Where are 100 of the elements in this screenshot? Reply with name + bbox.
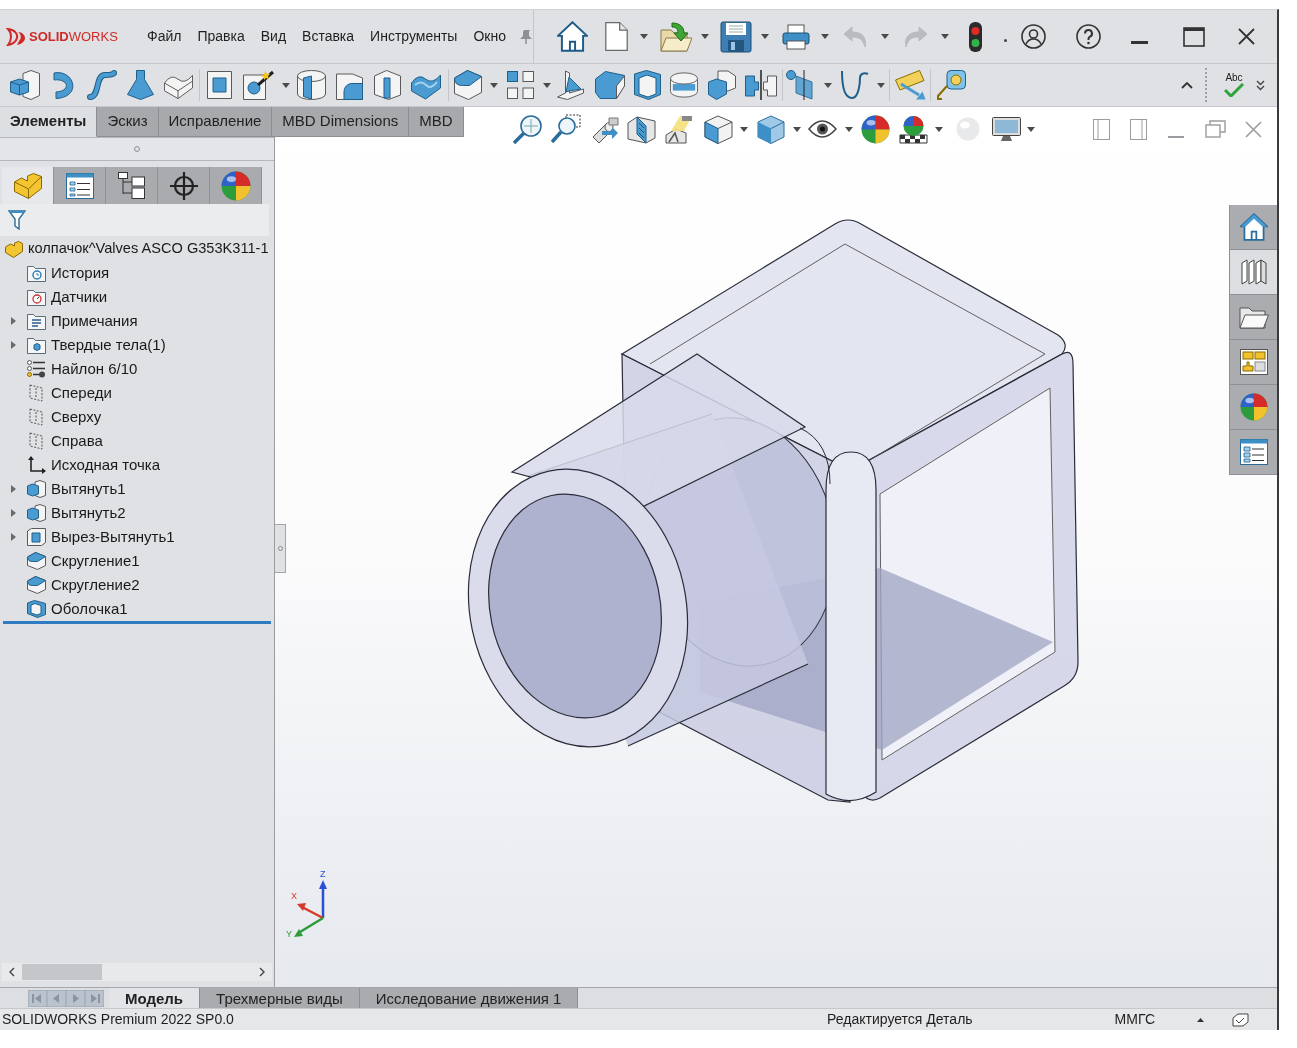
extruded-block-icon[interactable] bbox=[10, 70, 40, 100]
expand-arrow-icon[interactable] bbox=[11, 341, 16, 349]
tree-item-label[interactable]: Вырез-Вытянуть1 bbox=[51, 525, 175, 549]
menu-item[interactable]: Файл bbox=[147, 26, 182, 47]
menu-item[interactable]: Вид bbox=[260, 26, 287, 47]
tree-item-label[interactable]: Примечания bbox=[51, 309, 138, 333]
panel-tab[interactable] bbox=[158, 167, 210, 204]
tree-item-label[interactable]: Сверху bbox=[51, 405, 102, 429]
scrollbar-thumb[interactable] bbox=[22, 964, 102, 980]
tree-item-label[interactable]: Вытянуть2 bbox=[51, 501, 126, 525]
plane-icon[interactable] bbox=[29, 408, 44, 426]
plane-icon[interactable] bbox=[29, 384, 44, 402]
tapered-block-icon[interactable] bbox=[595, 71, 625, 99]
hole-wand-icon[interactable] bbox=[243, 70, 275, 100]
check-icon[interactable] bbox=[1224, 83, 1244, 97]
menu-item[interactable]: Инструменты bbox=[370, 26, 458, 47]
square-frame-icon[interactable] bbox=[207, 71, 232, 99]
tag-icon[interactable] bbox=[1232, 1012, 1249, 1027]
folder-icon[interactable] bbox=[1238, 305, 1269, 329]
caret-down-icon[interactable] bbox=[793, 126, 801, 132]
filter-icon[interactable] bbox=[8, 210, 26, 230]
expand-arrow-icon[interactable] bbox=[11, 509, 16, 517]
s-pipe-icon[interactable] bbox=[87, 70, 117, 100]
menu-item[interactable]: Правка bbox=[197, 26, 245, 47]
curve-icon[interactable] bbox=[840, 70, 869, 100]
sheet-tab[interactable]: Модель bbox=[109, 988, 201, 1008]
scrollbar-track[interactable] bbox=[2, 963, 272, 981]
slotted-block-icon[interactable] bbox=[374, 70, 401, 100]
ruler-arrow-icon[interactable] bbox=[895, 70, 926, 100]
crosshair-icon[interactable] bbox=[169, 171, 198, 200]
caret-down-icon[interactable] bbox=[761, 34, 769, 39]
curved-cut-block-icon[interactable] bbox=[336, 70, 363, 100]
tree-item-label[interactable]: Датчики bbox=[51, 285, 108, 309]
plane-icon[interactable] bbox=[29, 432, 44, 450]
home-icon[interactable] bbox=[557, 21, 588, 52]
spotlight-block-icon[interactable] bbox=[665, 114, 695, 144]
home-icon[interactable] bbox=[1239, 213, 1268, 241]
expand-arrow-icon[interactable] bbox=[11, 533, 16, 541]
overlapping-cubes-icon[interactable] bbox=[708, 70, 736, 100]
caret-down-icon[interactable] bbox=[881, 34, 889, 39]
cube-folder-icon[interactable] bbox=[27, 336, 46, 354]
caret-down-icon[interactable] bbox=[490, 82, 498, 88]
tree-item-label[interactable]: Твердые тела(1) bbox=[51, 333, 166, 357]
user-icon[interactable] bbox=[1021, 24, 1046, 49]
l-block-icon[interactable] bbox=[13, 172, 42, 199]
shaded-cube-icon[interactable] bbox=[757, 114, 785, 144]
extrude-icon[interactable] bbox=[27, 480, 46, 498]
cube-icon[interactable] bbox=[704, 114, 733, 144]
history-folder-icon[interactable] bbox=[27, 264, 46, 282]
segmented-sphere-icon[interactable] bbox=[220, 170, 251, 201]
close-icon[interactable] bbox=[1238, 28, 1255, 45]
chevron-right-icon[interactable] bbox=[259, 967, 265, 977]
filter-field[interactable] bbox=[0, 204, 269, 236]
tile-right-icon[interactable] bbox=[1130, 118, 1147, 140]
shell-icon[interactable] bbox=[27, 600, 46, 618]
sheet-tab[interactable]: Трехмерные виды bbox=[200, 988, 360, 1008]
property-list-icon[interactable] bbox=[65, 172, 94, 199]
tree-item-label[interactable]: Оболочка1 bbox=[51, 597, 128, 621]
mirror-blocks-icon[interactable] bbox=[745, 70, 777, 100]
drum-icon[interactable] bbox=[670, 71, 698, 99]
command-tab[interactable]: MBD bbox=[409, 107, 464, 137]
zoom-fit-icon[interactable] bbox=[513, 114, 543, 144]
skip-start-icon[interactable] bbox=[28, 989, 47, 1007]
block-grid-icon[interactable] bbox=[507, 71, 534, 99]
caret-down-icon[interactable] bbox=[640, 34, 648, 39]
chevron-up-icon[interactable] bbox=[1181, 81, 1193, 89]
tree-item-label[interactable]: История bbox=[51, 261, 110, 285]
cut-cylinder-icon[interactable] bbox=[297, 70, 326, 100]
gauge-folder-icon[interactable] bbox=[27, 288, 46, 306]
caret-down-icon[interactable] bbox=[877, 82, 885, 88]
folder-arrow-icon[interactable] bbox=[660, 21, 692, 52]
command-tab[interactable]: Эскиз bbox=[97, 107, 159, 137]
caret-down-icon[interactable] bbox=[935, 126, 943, 132]
properties-list-icon[interactable] bbox=[1239, 439, 1268, 465]
monitor-icon[interactable] bbox=[992, 116, 1021, 142]
config-tree-icon[interactable] bbox=[118, 172, 145, 199]
new-document-icon[interactable] bbox=[605, 22, 628, 51]
traffic-light-icon[interactable] bbox=[969, 21, 982, 52]
rib-bracket-icon[interactable] bbox=[557, 70, 584, 100]
tree-item-label[interactable]: Скругление1 bbox=[51, 549, 140, 573]
sheet-tab[interactable]: Исследование движения 1 bbox=[359, 988, 579, 1008]
expand-arrow-icon[interactable] bbox=[11, 317, 16, 325]
hollow-box-icon[interactable] bbox=[634, 70, 661, 100]
maximize-icon[interactable] bbox=[1183, 26, 1205, 47]
help-icon[interactable] bbox=[1076, 24, 1101, 49]
zoom-area-icon[interactable] bbox=[551, 114, 581, 144]
tree-item-label[interactable]: Вытянуть1 bbox=[51, 477, 126, 501]
double-chevron-icon[interactable] bbox=[1256, 79, 1265, 91]
caret-down-icon[interactable] bbox=[821, 34, 829, 39]
tree-item-label[interactable]: Исходная точка bbox=[51, 453, 161, 477]
fillet-icon[interactable] bbox=[27, 552, 46, 570]
fillet-icon[interactable] bbox=[27, 576, 46, 594]
caret-down-icon[interactable] bbox=[824, 82, 832, 88]
caret-down-icon[interactable] bbox=[941, 34, 949, 39]
panel-tab[interactable] bbox=[106, 167, 158, 204]
chevron-left-icon[interactable] bbox=[9, 967, 15, 977]
segmented-sphere-icon[interactable] bbox=[1239, 393, 1268, 421]
tree-item-label[interactable]: Справа bbox=[51, 429, 103, 453]
units-text[interactable]: ММГС bbox=[1114, 1009, 1155, 1030]
tape-measure-icon[interactable] bbox=[936, 70, 966, 100]
